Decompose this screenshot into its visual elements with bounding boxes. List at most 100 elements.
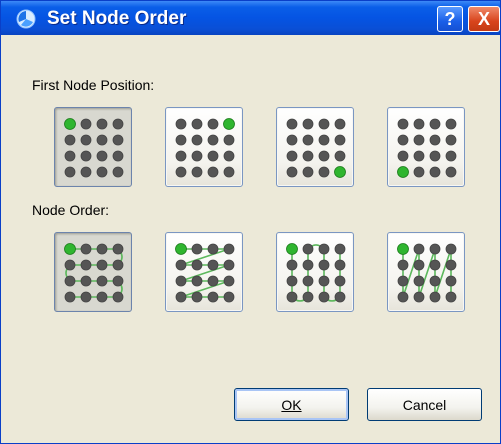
node-dot xyxy=(429,134,441,146)
node-order-row-snake-option[interactable] xyxy=(54,232,132,312)
column-zigzag-grid-icon xyxy=(397,243,457,303)
node-dot xyxy=(429,275,441,287)
first-node-bottom-right-option[interactable] xyxy=(276,107,354,187)
set-node-order-dialog: Set Node Order ? X First Node Position: … xyxy=(0,0,501,444)
first-node-dot xyxy=(397,166,409,178)
first-node-dot xyxy=(334,166,346,178)
node-dot xyxy=(223,291,235,303)
node-dot xyxy=(445,243,457,255)
row-snake-grid-icon xyxy=(64,243,124,303)
first-node-position-label: First Node Position: xyxy=(32,77,155,93)
help-icon: ? xyxy=(444,9,456,29)
node-dot xyxy=(80,134,92,146)
node-dot xyxy=(334,275,346,287)
node-dot xyxy=(175,134,187,146)
order-path xyxy=(291,244,341,302)
node-dot xyxy=(302,118,314,130)
node-dot xyxy=(64,275,76,287)
node-dot xyxy=(334,118,346,130)
node-dot xyxy=(413,275,425,287)
node-dot xyxy=(112,134,124,146)
ok-button[interactable]: OK xyxy=(234,388,349,421)
node-dot xyxy=(413,243,425,255)
column-snake-grid-icon xyxy=(286,243,346,303)
node-dot xyxy=(64,134,76,146)
node-dot xyxy=(80,118,92,130)
node-dot xyxy=(191,134,203,146)
node-dot xyxy=(318,259,330,271)
node-dot xyxy=(429,150,441,162)
node-dot xyxy=(64,259,76,271)
node-order-row-zigzag-option[interactable] xyxy=(165,232,243,312)
node-dot xyxy=(207,275,219,287)
node-dot xyxy=(80,291,92,303)
node-order-column-zigzag-option[interactable] xyxy=(387,232,465,312)
app-icon xyxy=(16,9,36,29)
first-node-bottom-left-option[interactable] xyxy=(387,107,465,187)
window-title: Set Node Order xyxy=(47,8,187,29)
first-node-dot xyxy=(223,118,235,130)
node-dot xyxy=(286,291,298,303)
node-dot xyxy=(80,166,92,178)
node-dot xyxy=(334,259,346,271)
dialog-body: First Node Position: Node Order: OK Canc… xyxy=(1,35,500,443)
first-node-dot xyxy=(175,243,187,255)
node-dot xyxy=(96,291,108,303)
node-dot xyxy=(223,134,235,146)
node-dot xyxy=(191,259,203,271)
node-dot xyxy=(175,259,187,271)
node-dot xyxy=(112,243,124,255)
node-dot xyxy=(207,118,219,130)
node-dot xyxy=(207,243,219,255)
node-dot xyxy=(286,150,298,162)
node-dot xyxy=(445,291,457,303)
top-right-grid-icon xyxy=(175,118,235,178)
node-dot xyxy=(64,291,76,303)
node-dot xyxy=(191,150,203,162)
node-dot xyxy=(64,166,76,178)
node-dot xyxy=(445,118,457,130)
node-dot xyxy=(413,134,425,146)
node-dot xyxy=(302,259,314,271)
first-node-dot xyxy=(286,243,298,255)
node-dot xyxy=(318,118,330,130)
close-button[interactable]: X xyxy=(468,6,500,32)
node-dot xyxy=(334,150,346,162)
first-node-top-right-option[interactable] xyxy=(165,107,243,187)
node-dot xyxy=(175,150,187,162)
node-dot xyxy=(191,243,203,255)
help-button[interactable]: ? xyxy=(437,6,463,32)
node-dot xyxy=(429,166,441,178)
node-dot xyxy=(96,118,108,130)
node-dot xyxy=(334,243,346,255)
node-dot xyxy=(318,150,330,162)
bottom-left-grid-icon xyxy=(397,118,457,178)
first-node-top-left-option[interactable] xyxy=(54,107,132,187)
node-dot xyxy=(223,275,235,287)
node-dot xyxy=(223,243,235,255)
node-dot xyxy=(96,259,108,271)
node-dot xyxy=(318,134,330,146)
node-dot xyxy=(413,118,425,130)
node-dot xyxy=(397,291,409,303)
node-dot xyxy=(445,275,457,287)
title-bar[interactable]: Set Node Order ? X xyxy=(1,1,500,35)
node-dot xyxy=(302,150,314,162)
node-dot xyxy=(302,275,314,287)
node-dot xyxy=(80,150,92,162)
node-dot xyxy=(286,259,298,271)
node-dot xyxy=(175,275,187,287)
node-dot xyxy=(445,134,457,146)
cancel-button-label: Cancel xyxy=(402,396,447,413)
node-dot xyxy=(223,259,235,271)
ok-button-label: OK xyxy=(281,396,302,413)
cancel-button[interactable]: Cancel xyxy=(367,388,482,421)
node-dot xyxy=(112,259,124,271)
node-order-column-snake-option[interactable] xyxy=(276,232,354,312)
node-dot xyxy=(80,259,92,271)
row-zigzag-grid-icon xyxy=(175,243,235,303)
node-dot xyxy=(96,166,108,178)
node-dot xyxy=(429,291,441,303)
node-dot xyxy=(302,243,314,255)
node-dot xyxy=(445,166,457,178)
